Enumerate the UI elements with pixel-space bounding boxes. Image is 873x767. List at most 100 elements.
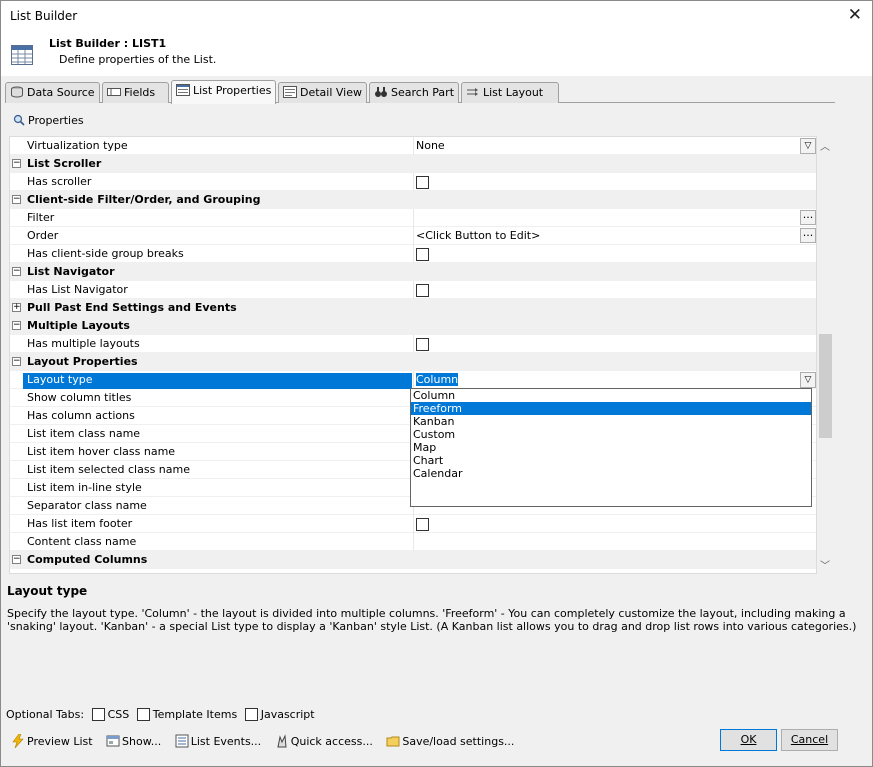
dialog-heading: List Builder : LIST1 bbox=[49, 37, 167, 50]
property-row-layout-type[interactable]: Layout type Column ▽ bbox=[10, 371, 816, 389]
detail-view-icon bbox=[283, 86, 297, 98]
dropdown-option-column[interactable]: Column bbox=[411, 389, 811, 402]
quick-access-icon bbox=[277, 734, 287, 748]
property-row-has-multiple-layouts[interactable]: Has multiple layouts bbox=[10, 335, 816, 353]
scroll-down-icon[interactable]: ﹀ bbox=[820, 557, 830, 572]
dropdown-option-map[interactable]: Map bbox=[411, 441, 811, 454]
category-pull-past-end-settings-and-events[interactable]: + Pull Past End Settings and Events bbox=[10, 299, 816, 317]
tab-list-layout[interactable]: List Layout bbox=[461, 82, 559, 103]
property-name: Virtualization type bbox=[27, 139, 128, 152]
category-label: Pull Past End Settings and Events bbox=[27, 301, 237, 314]
property-value[interactable]: Column bbox=[416, 373, 459, 386]
tab-strip: Data Source Fields List Properties Detail V… bbox=[5, 80, 835, 104]
tab-list-properties[interactable]: List Properties bbox=[171, 80, 276, 104]
dropdown-option-custom[interactable]: Custom bbox=[411, 428, 811, 441]
cancel-button[interactable]: Cancel bbox=[781, 729, 838, 751]
tab-detail-view[interactable]: Detail View bbox=[278, 82, 367, 103]
property-row-has-client-side-group-breaks[interactable]: Has client-side group breaks bbox=[10, 245, 816, 263]
category-list-navigator[interactable]: − List Navigator bbox=[10, 263, 816, 281]
property-checkbox[interactable] bbox=[416, 176, 429, 189]
property-checkbox[interactable] bbox=[416, 338, 429, 351]
expand-icon[interactable]: + bbox=[12, 303, 21, 312]
property-name: Order bbox=[27, 229, 59, 242]
optional-tabs: Optional Tabs: CSS Template Items Javasc… bbox=[6, 708, 315, 721]
javascript-tab-checkbox[interactable] bbox=[244, 708, 258, 721]
category-label: Computed Columns bbox=[27, 553, 148, 566]
javascript-tab-label[interactable]: Javascript bbox=[261, 708, 315, 721]
property-row-has-list-navigator[interactable]: Has List Navigator bbox=[10, 281, 816, 299]
list-builder-window: List Builder ✕ List Builder : LIST1 Defi… bbox=[0, 0, 873, 767]
column-separator bbox=[413, 137, 414, 155]
collapse-icon[interactable]: − bbox=[12, 195, 21, 204]
properties-label: Properties bbox=[28, 114, 84, 127]
property-checkbox[interactable] bbox=[416, 248, 429, 261]
dropdown-option-chart[interactable]: Chart bbox=[411, 454, 811, 467]
close-icon[interactable]: ✕ bbox=[848, 5, 862, 25]
tab-label: List Properties bbox=[193, 84, 272, 97]
column-separator bbox=[413, 173, 414, 191]
column-separator bbox=[413, 281, 414, 299]
property-row-order[interactable]: Order <Click Button to Edit>... bbox=[10, 227, 816, 245]
category-layout-properties[interactable]: − Layout Properties bbox=[10, 353, 816, 371]
property-checkbox[interactable] bbox=[416, 284, 429, 297]
property-name: List item class name bbox=[27, 427, 141, 440]
ellipsis-button[interactable]: ... bbox=[800, 227, 816, 243]
save-load-settings-button[interactable]: Save/load settings... bbox=[386, 734, 514, 748]
category-computed-columns[interactable]: − Computed Columns bbox=[10, 551, 816, 569]
property-name: Separator class name bbox=[27, 499, 147, 512]
tab-data-source[interactable]: Data Source bbox=[5, 82, 100, 103]
property-row-has-list-item-footer[interactable]: Has list item footer bbox=[10, 515, 816, 533]
css-tab-label[interactable]: CSS bbox=[108, 708, 130, 721]
show-button[interactable]: Show... bbox=[106, 734, 161, 748]
category-client-side-filter-order-and-grouping[interactable]: − Client-side Filter/Order, and Grouping bbox=[10, 191, 816, 209]
collapse-icon[interactable]: − bbox=[12, 357, 21, 366]
category-label: List Navigator bbox=[27, 265, 115, 278]
css-tab-checkbox[interactable] bbox=[91, 708, 105, 721]
folder-icon bbox=[386, 736, 400, 747]
layout-type-dropdown-list[interactable]: Column Freeform Kanban Custom Map Chart Calend… bbox=[410, 388, 812, 507]
tab-label: List Layout bbox=[483, 86, 544, 99]
magnifier-icon bbox=[13, 114, 25, 126]
tab-search-part[interactable]: Search Part bbox=[369, 82, 459, 103]
bottom-actions: Preview List Show... List Events... Quic… bbox=[11, 734, 524, 748]
dropdown-option-calendar[interactable]: Calendar bbox=[411, 467, 811, 480]
collapse-icon[interactable]: − bbox=[12, 267, 21, 276]
template-items-tab-label[interactable]: Template Items bbox=[153, 708, 237, 721]
list-events-button[interactable]: List Events... bbox=[175, 734, 261, 748]
column-separator bbox=[413, 515, 414, 533]
scrollbar-thumb[interactable] bbox=[819, 334, 832, 438]
dropdown-option-kanban[interactable]: Kanban bbox=[411, 415, 811, 428]
quick-access-button[interactable]: Quick access... bbox=[275, 734, 373, 748]
ellipsis-button[interactable]: ... bbox=[800, 209, 816, 225]
collapse-icon[interactable]: − bbox=[12, 321, 21, 330]
column-separator bbox=[413, 227, 414, 245]
property-value[interactable]: <Click Button to Edit> bbox=[416, 229, 540, 242]
database-icon bbox=[11, 86, 23, 98]
property-row-content-class-name[interactable]: Content class name bbox=[10, 533, 816, 551]
chevron-down-icon[interactable]: ▽ bbox=[800, 138, 816, 154]
scroll-up-icon[interactable]: ︿ bbox=[820, 138, 830, 153]
ok-button[interactable]: OK bbox=[720, 729, 777, 751]
lightning-icon bbox=[12, 734, 24, 748]
property-name: Filter bbox=[27, 211, 55, 224]
property-name: Layout type bbox=[23, 373, 412, 389]
property-row-virtualization-type[interactable]: Virtualization type None ▽ bbox=[10, 137, 816, 155]
property-row-filter[interactable]: Filter... bbox=[10, 209, 816, 227]
template-items-tab-checkbox[interactable] bbox=[136, 708, 150, 721]
category-list-scroller[interactable]: − List Scroller bbox=[10, 155, 816, 173]
description-title: Layout type bbox=[7, 584, 88, 598]
property-grid-scrollbar[interactable]: ︿ ﹀ bbox=[817, 136, 834, 574]
tab-fields[interactable]: Fields bbox=[102, 82, 169, 103]
collapse-icon[interactable]: − bbox=[12, 159, 21, 168]
dropdown-option-freeform[interactable]: Freeform bbox=[411, 402, 811, 415]
preview-list-button[interactable]: Preview List bbox=[11, 734, 93, 748]
tab-label: Fields bbox=[124, 86, 156, 99]
category-label: Multiple Layouts bbox=[27, 319, 130, 332]
collapse-icon[interactable]: − bbox=[12, 555, 21, 564]
property-value[interactable]: None bbox=[416, 139, 445, 152]
property-checkbox[interactable] bbox=[416, 518, 429, 531]
category-multiple-layouts[interactable]: − Multiple Layouts bbox=[10, 317, 816, 335]
chevron-down-icon[interactable]: ▽ bbox=[800, 372, 816, 388]
property-row-has-scroller[interactable]: Has scroller bbox=[10, 173, 816, 191]
property-grid[interactable]: Virtualization type None ▽ − List Scroller Ha… bbox=[9, 136, 817, 574]
